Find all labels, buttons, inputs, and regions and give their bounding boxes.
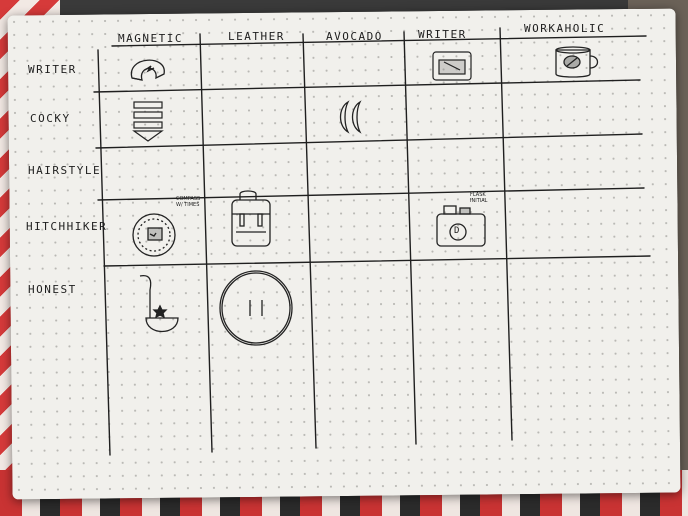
- pencil-box-icon: [432, 51, 472, 81]
- flask-initial: D: [454, 226, 461, 236]
- compass-note: COMPASS W/ TIMES: [176, 196, 201, 208]
- grid-line-vertical-1: [199, 33, 213, 453]
- grid-line-horizontal-1: [93, 79, 641, 93]
- backpack-icon: [231, 190, 271, 247]
- grid-line-horizontal-2: [95, 133, 643, 149]
- flask-note: FLASK INITIAL: [470, 192, 488, 204]
- magnet-icon: [130, 59, 165, 81]
- grid-line-vertical-3: [403, 31, 417, 445]
- grid-line-vertical-4: [499, 27, 513, 441]
- ladle-icon: [139, 274, 179, 332]
- sketch-grid: [93, 27, 651, 456]
- coffee-mug-icon: [555, 46, 599, 78]
- grid-line-horizontal-0: [111, 35, 647, 47]
- chevron-stack-icon: [132, 101, 164, 142]
- grid-line-vertical-0: [97, 49, 111, 456]
- round-face-icon: [219, 270, 293, 346]
- grid-line-horizontal-4: [103, 255, 651, 267]
- avocado-halves-icon: [339, 100, 362, 134]
- flask-icon: [436, 205, 486, 247]
- grid-line-vertical-2: [302, 33, 317, 449]
- compass-icon: [132, 213, 176, 257]
